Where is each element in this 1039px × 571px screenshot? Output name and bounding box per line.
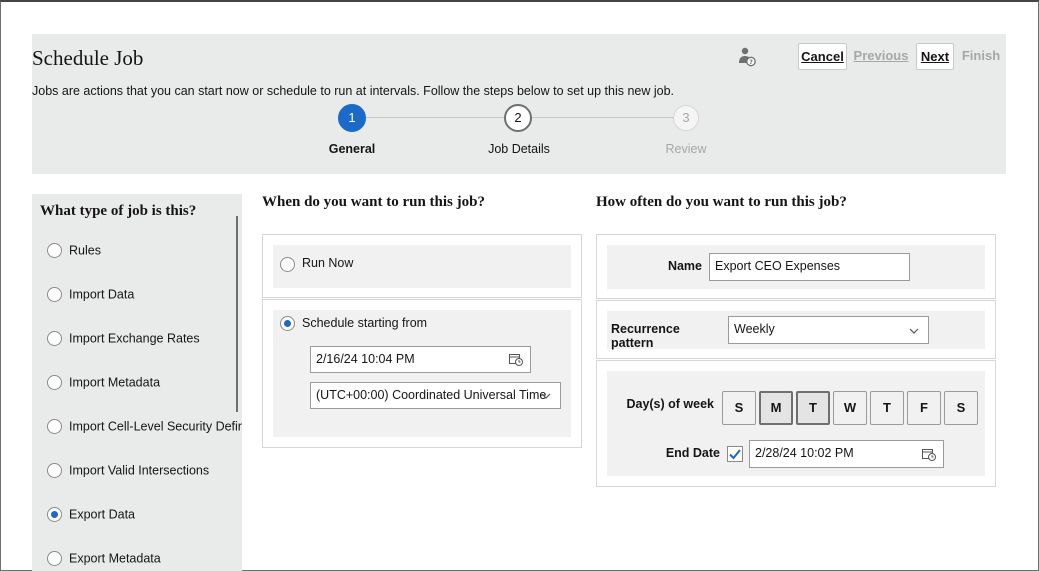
end-date-checkbox[interactable]	[727, 446, 743, 462]
name-label: Name	[667, 259, 702, 273]
job-type-option[interactable]: Import Exchange Rates	[47, 330, 200, 350]
checkmark-icon	[729, 449, 741, 460]
days-of-week-label: Day(s) of week	[626, 397, 714, 411]
day-saturday-toggle[interactable]: S	[944, 391, 978, 425]
calendar-clock-icon[interactable]	[509, 353, 523, 366]
job-type-option[interactable]: Import Cell-Level Security Definitions	[47, 418, 242, 438]
job-type-option[interactable]: Import Metadata	[47, 374, 160, 394]
job-type-option[interactable]: Export Data	[47, 506, 135, 526]
day-thursday-toggle[interactable]: T	[870, 391, 904, 425]
when-heading: When do you want to run this job?	[262, 194, 485, 210]
radio-button[interactable]	[47, 463, 62, 479]
run-now-box: Run Now	[262, 234, 582, 298]
day-friday-toggle[interactable]: F	[907, 391, 941, 425]
previous-button[interactable]: Previous	[853, 43, 909, 70]
finish-button[interactable]: Finish	[960, 43, 1002, 70]
job-type-option[interactable]: Import Data	[47, 286, 134, 306]
schedule-box: Schedule starting from 2/16/24 10:04 PM …	[262, 299, 582, 448]
job-type-panel: What type of job is this? Rules Import D…	[32, 194, 242, 571]
cancel-button[interactable]: Cancel	[798, 43, 847, 70]
step-3-label: Review	[665, 142, 707, 156]
step-1-indicator[interactable]: 1	[338, 104, 366, 132]
step-2-label[interactable]: Job Details	[459, 142, 579, 156]
job-name-input[interactable]: Export CEO Expenses	[709, 253, 910, 281]
chevron-down-icon	[909, 328, 919, 334]
run-now-radio[interactable]	[280, 257, 295, 272]
name-box: Name Export CEO Expenses	[596, 234, 996, 299]
radio-button[interactable]	[47, 375, 62, 391]
end-datetime-input[interactable]: 2/28/24 10:02 PM	[749, 440, 944, 468]
scrollbar[interactable]	[236, 216, 238, 412]
day-wednesday-toggle[interactable]: W	[833, 391, 867, 425]
step-1-label[interactable]: General	[292, 142, 412, 156]
step-3-indicator: 3	[673, 105, 699, 131]
schedule-job-header: Schedule Job Jobs are actions that you c…	[32, 34, 1006, 174]
recurrence-label: Recurrence pattern	[611, 322, 680, 350]
start-datetime-input[interactable]: 2/16/24 10:04 PM	[310, 346, 531, 373]
job-type-heading: What type of job is this?	[40, 203, 197, 219]
next-button[interactable]: Next	[916, 43, 954, 70]
train-connector	[532, 117, 673, 118]
calendar-clock-icon[interactable]	[922, 448, 936, 461]
radio-button[interactable]	[47, 419, 62, 435]
svg-text:?: ?	[749, 58, 753, 66]
chevron-down-icon	[541, 393, 551, 399]
radio-button[interactable]	[47, 243, 62, 259]
schedule-radio-selected[interactable]	[280, 316, 295, 331]
how-often-heading: How often do you want to run this job?	[596, 194, 847, 210]
job-type-option[interactable]: Import Valid Intersections	[47, 462, 209, 482]
end-date-label: End Date	[665, 446, 720, 460]
job-type-option[interactable]: Rules	[47, 242, 101, 262]
schedule-label[interactable]: Schedule starting from	[302, 316, 427, 330]
day-monday-toggle[interactable]: M	[759, 391, 793, 425]
day-sunday-toggle[interactable]: S	[722, 391, 756, 425]
train-connector	[366, 117, 504, 118]
day-tuesday-toggle[interactable]: T	[796, 391, 830, 425]
recurrence-box: Recurrence pattern Weekly	[596, 300, 996, 359]
radio-button-selected[interactable]	[47, 507, 62, 523]
recurrence-select[interactable]: Weekly	[728, 316, 929, 344]
page-subtitle: Jobs are actions that you can start now …	[32, 84, 675, 98]
run-now-label[interactable]: Run Now	[302, 256, 353, 270]
radio-button[interactable]	[47, 551, 62, 567]
radio-button[interactable]	[47, 287, 62, 303]
page-title: Schedule Job	[32, 46, 144, 70]
timezone-select[interactable]: (UTC+00:00) Coordinated Universal Time	[310, 382, 561, 409]
step-2-indicator[interactable]: 2	[504, 104, 532, 132]
help-user-icon[interactable]: ?	[738, 47, 756, 67]
radio-button[interactable]	[47, 331, 62, 347]
job-type-option[interactable]: Export Metadata	[47, 550, 161, 570]
